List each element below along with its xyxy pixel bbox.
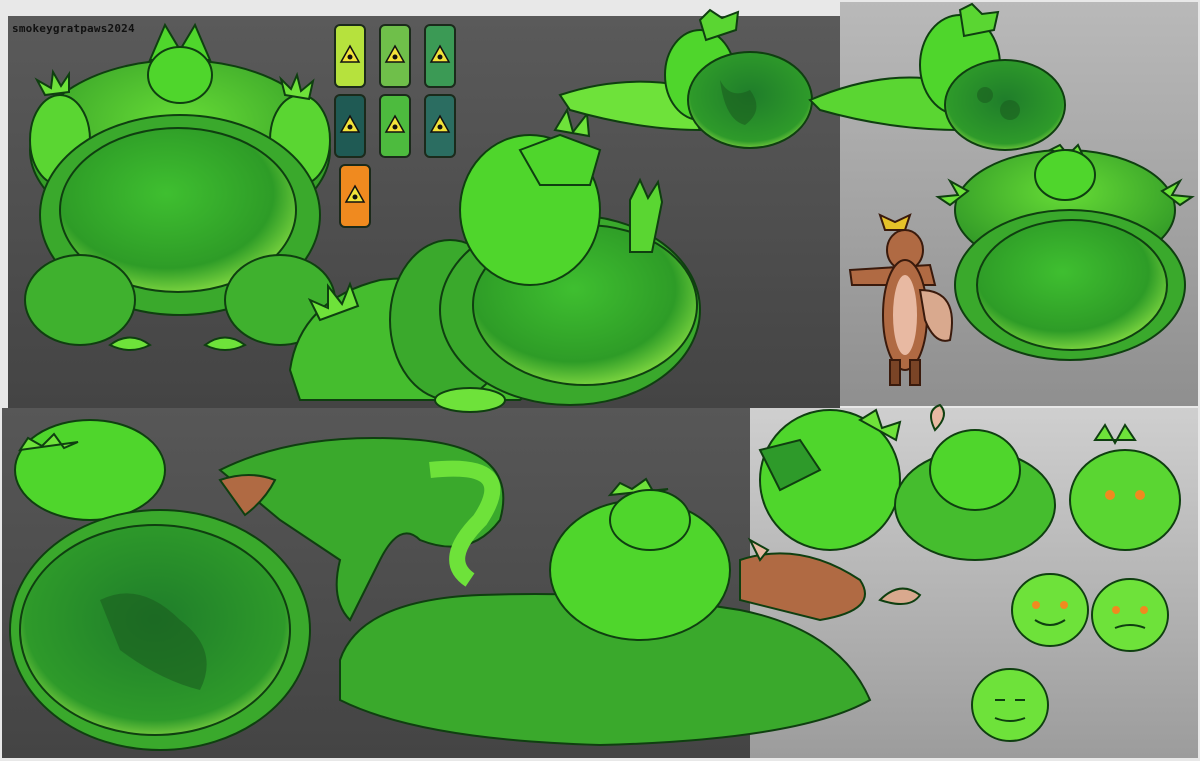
fox-character-reference <box>848 213 953 386</box>
slime-dragon-front-view <box>24 22 336 351</box>
slime-dragon-head-roar <box>758 408 902 551</box>
slime-dragon-back-view <box>894 403 1056 561</box>
barrel <box>379 24 411 88</box>
slime-dragon-face-sleepy <box>971 668 1049 742</box>
barrel <box>334 24 366 88</box>
barrel <box>334 94 366 158</box>
barrel-group <box>334 24 456 228</box>
slime-dragon-face-smug <box>1091 578 1169 652</box>
slime-dragon-front-view-small <box>935 143 1195 361</box>
barrel <box>339 164 371 228</box>
slime-dragon-lying-left <box>558 8 813 149</box>
barrel <box>424 24 456 88</box>
slime-dragon-face-angry <box>1069 423 1181 551</box>
barrel <box>379 94 411 158</box>
artwork <box>9 2 1195 751</box>
barrel <box>424 94 456 158</box>
slime-dragon-lying-right <box>808 2 1066 151</box>
slime-dragon-face-happy <box>1011 573 1089 647</box>
